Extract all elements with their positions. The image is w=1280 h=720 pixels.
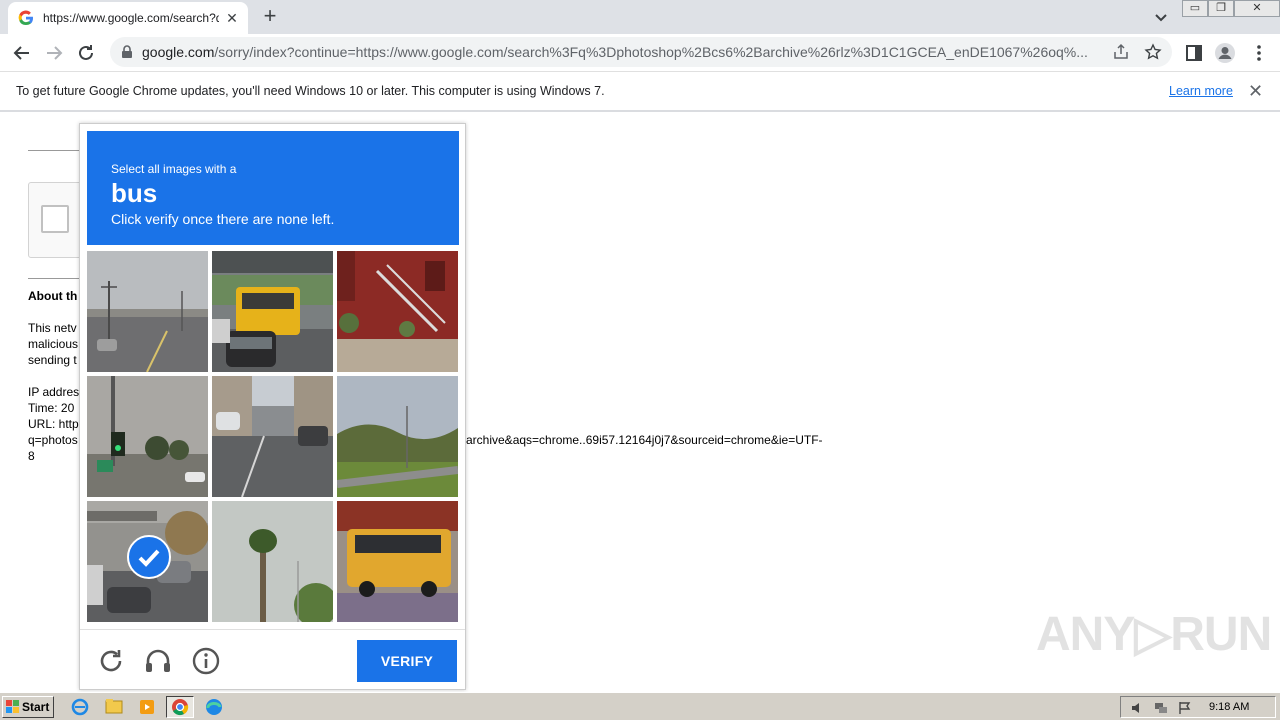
- edge-icon[interactable]: [200, 696, 228, 718]
- file-explorer-icon[interactable]: [100, 696, 128, 718]
- challenge-footer: VERIFY: [80, 629, 465, 689]
- about-heading: About th: [28, 289, 78, 303]
- tab-close-icon[interactable]: ✕: [224, 10, 240, 26]
- challenge-target: bus: [111, 178, 158, 208]
- infobar-close-icon[interactable]: ✕: [1248, 82, 1263, 100]
- internet-explorer-icon[interactable]: [66, 696, 94, 718]
- info-icon[interactable]: [191, 646, 221, 676]
- challenge-hint: Click verify once there are none left.: [111, 211, 335, 227]
- tab-strip: https://www.google.com/search?q= ✕ + ▭ ❐…: [0, 0, 1280, 34]
- image-tile-3[interactable]: [337, 251, 458, 372]
- image-tile-1[interactable]: [87, 251, 208, 372]
- new-tab-button[interactable]: +: [258, 5, 282, 29]
- image-tile-6[interactable]: [337, 376, 458, 497]
- windows-logo-icon: [6, 700, 19, 713]
- image-grid: [87, 251, 459, 623]
- windows-taskbar: Start 9:18 AM: [0, 692, 1280, 720]
- back-icon[interactable]: [10, 41, 34, 65]
- url-query-line: q=photos: [28, 433, 78, 447]
- time-line: Time: 20: [28, 401, 75, 415]
- audio-challenge-icon[interactable]: [143, 646, 173, 676]
- reload-challenge-icon[interactable]: [96, 646, 126, 676]
- ip-address-line: IP addres: [28, 385, 80, 399]
- image-tile-7-selected[interactable]: [87, 501, 208, 622]
- google-icon: [18, 10, 33, 26]
- infobar-message: To get future Google Chrome updates, you…: [16, 84, 605, 98]
- start-button[interactable]: Start: [2, 696, 54, 718]
- url-domain: google.com: [142, 44, 215, 60]
- para-line: This netv: [28, 321, 77, 335]
- image-tile-5[interactable]: [212, 376, 333, 497]
- update-infobar: To get future Google Chrome updates, you…: [0, 72, 1280, 112]
- action-center-flag-icon[interactable]: [1177, 700, 1193, 716]
- window-controls: ▭ ❐ ✕: [1182, 0, 1280, 18]
- tab-title: https://www.google.com/search?q=: [43, 11, 219, 25]
- url-text: google.com/sorry/index?continue=https://…: [142, 44, 1108, 60]
- challenge-header: Select all images with a bus Click verif…: [87, 131, 459, 245]
- forward-icon[interactable]: [42, 41, 66, 65]
- tab-search-icon[interactable]: [1150, 6, 1172, 28]
- media-player-icon[interactable]: [133, 696, 161, 718]
- selected-check-icon: [127, 535, 171, 579]
- url-line: URL: http: [28, 417, 79, 431]
- verify-button[interactable]: VERIFY: [357, 640, 457, 682]
- bookmark-star-icon[interactable]: [1144, 43, 1162, 61]
- para-line: sending t: [28, 353, 77, 367]
- system-tray: 9:18 AM: [1120, 696, 1276, 718]
- menu-kebab-icon[interactable]: [1248, 42, 1270, 64]
- address-bar[interactable]: google.com/sorry/index?continue=https://…: [110, 37, 1172, 67]
- browser-tab[interactable]: https://www.google.com/search?q= ✕: [8, 2, 248, 34]
- clock[interactable]: 9:18 AM: [1209, 701, 1249, 713]
- url-path: /sorry/index?continue=https://www.google…: [214, 44, 1088, 60]
- challenge-instruction: Select all images with a: [111, 162, 237, 176]
- chrome-taskbar-item[interactable]: [166, 696, 194, 718]
- share-icon[interactable]: [1112, 43, 1130, 61]
- restore-button[interactable]: ❐: [1208, 0, 1234, 17]
- profile-avatar-icon[interactable]: [1214, 42, 1236, 64]
- close-window-button[interactable]: ✕: [1234, 0, 1280, 17]
- para-line: malicious: [28, 337, 79, 351]
- anyrun-watermark: ANY▷RUN: [1036, 608, 1272, 661]
- recaptcha-checkbox[interactable]: [41, 205, 69, 233]
- side-panel-icon[interactable]: [1183, 42, 1205, 64]
- url-tail-line: archive&aqs=chrome..69i57.12164j0j7&sour…: [466, 433, 823, 447]
- minimize-button[interactable]: ▭: [1182, 0, 1208, 17]
- start-label: Start: [22, 700, 50, 714]
- volume-icon[interactable]: [1129, 700, 1145, 716]
- image-tile-8[interactable]: [212, 501, 333, 622]
- recaptcha-challenge: Select all images with a bus Click verif…: [79, 123, 466, 690]
- reload-icon[interactable]: [74, 41, 98, 65]
- network-icon[interactable]: [1153, 700, 1169, 716]
- image-tile-9[interactable]: [337, 501, 458, 622]
- lock-icon[interactable]: [120, 45, 134, 59]
- image-tile-2[interactable]: [212, 251, 333, 372]
- learn-more-link[interactable]: Learn more: [1169, 84, 1233, 98]
- browser-toolbar: google.com/sorry/index?continue=https://…: [0, 34, 1280, 72]
- image-tile-4[interactable]: [87, 376, 208, 497]
- chrome-icon: [172, 699, 189, 716]
- url-end-line: 8: [28, 449, 35, 463]
